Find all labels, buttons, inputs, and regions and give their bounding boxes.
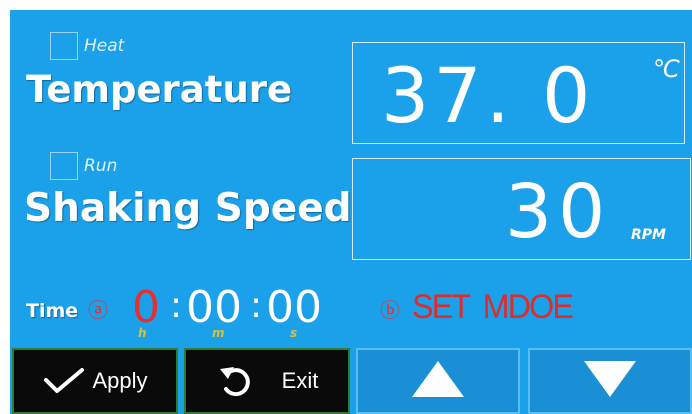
run-checkbox[interactable] xyxy=(50,152,78,180)
time-hours[interactable]: 0 xyxy=(132,286,160,330)
down-button[interactable] xyxy=(528,348,692,414)
shaking-speed-value: 30 xyxy=(505,169,612,255)
mode-status-text: SET MDOE xyxy=(412,288,574,326)
time-seconds[interactable]: 00 xyxy=(266,286,322,330)
apply-button-label: Apply xyxy=(92,368,148,393)
time-minutes-unit: m xyxy=(212,326,225,340)
control-panel-screen: Heat Temperature 37. 0 ℃ Run Shaking Spe… xyxy=(10,10,692,414)
temperature-display[interactable]: 37. 0 ℃ xyxy=(352,42,685,144)
time-seconds-unit: s xyxy=(290,326,298,340)
apply-button[interactable]: Apply xyxy=(12,348,178,414)
exit-button[interactable]: Exit xyxy=(184,348,350,414)
shaking-speed-display[interactable]: 30 RPM xyxy=(352,158,691,260)
time-hours-unit: h xyxy=(138,326,147,340)
time-minutes[interactable]: 00 xyxy=(186,286,242,330)
temperature-value: 37. 0 xyxy=(381,51,595,140)
time-marker-a: ⓐ xyxy=(88,298,108,322)
temperature-label: Temperature xyxy=(26,68,293,111)
heat-checkbox-label: Heat xyxy=(84,36,125,56)
checkmark-icon xyxy=(42,366,86,396)
heat-checkbox[interactable] xyxy=(50,32,78,60)
time-separator-2: : xyxy=(250,285,263,326)
rotate-back-icon xyxy=(216,361,256,401)
mode-marker-b: ⓑ xyxy=(380,298,400,322)
shaking-speed-label: Shaking Speed xyxy=(24,186,352,231)
temperature-unit: ℃ xyxy=(653,55,680,83)
exit-button-label: Exit xyxy=(281,368,319,393)
up-arrow-icon xyxy=(410,359,466,403)
down-arrow-icon xyxy=(582,359,638,403)
time-label: Time xyxy=(26,300,79,322)
run-checkbox-label: Run xyxy=(84,156,118,176)
up-button[interactable] xyxy=(356,348,520,414)
time-separator-1: : xyxy=(170,285,183,326)
shaking-speed-unit: RPM xyxy=(631,227,666,243)
